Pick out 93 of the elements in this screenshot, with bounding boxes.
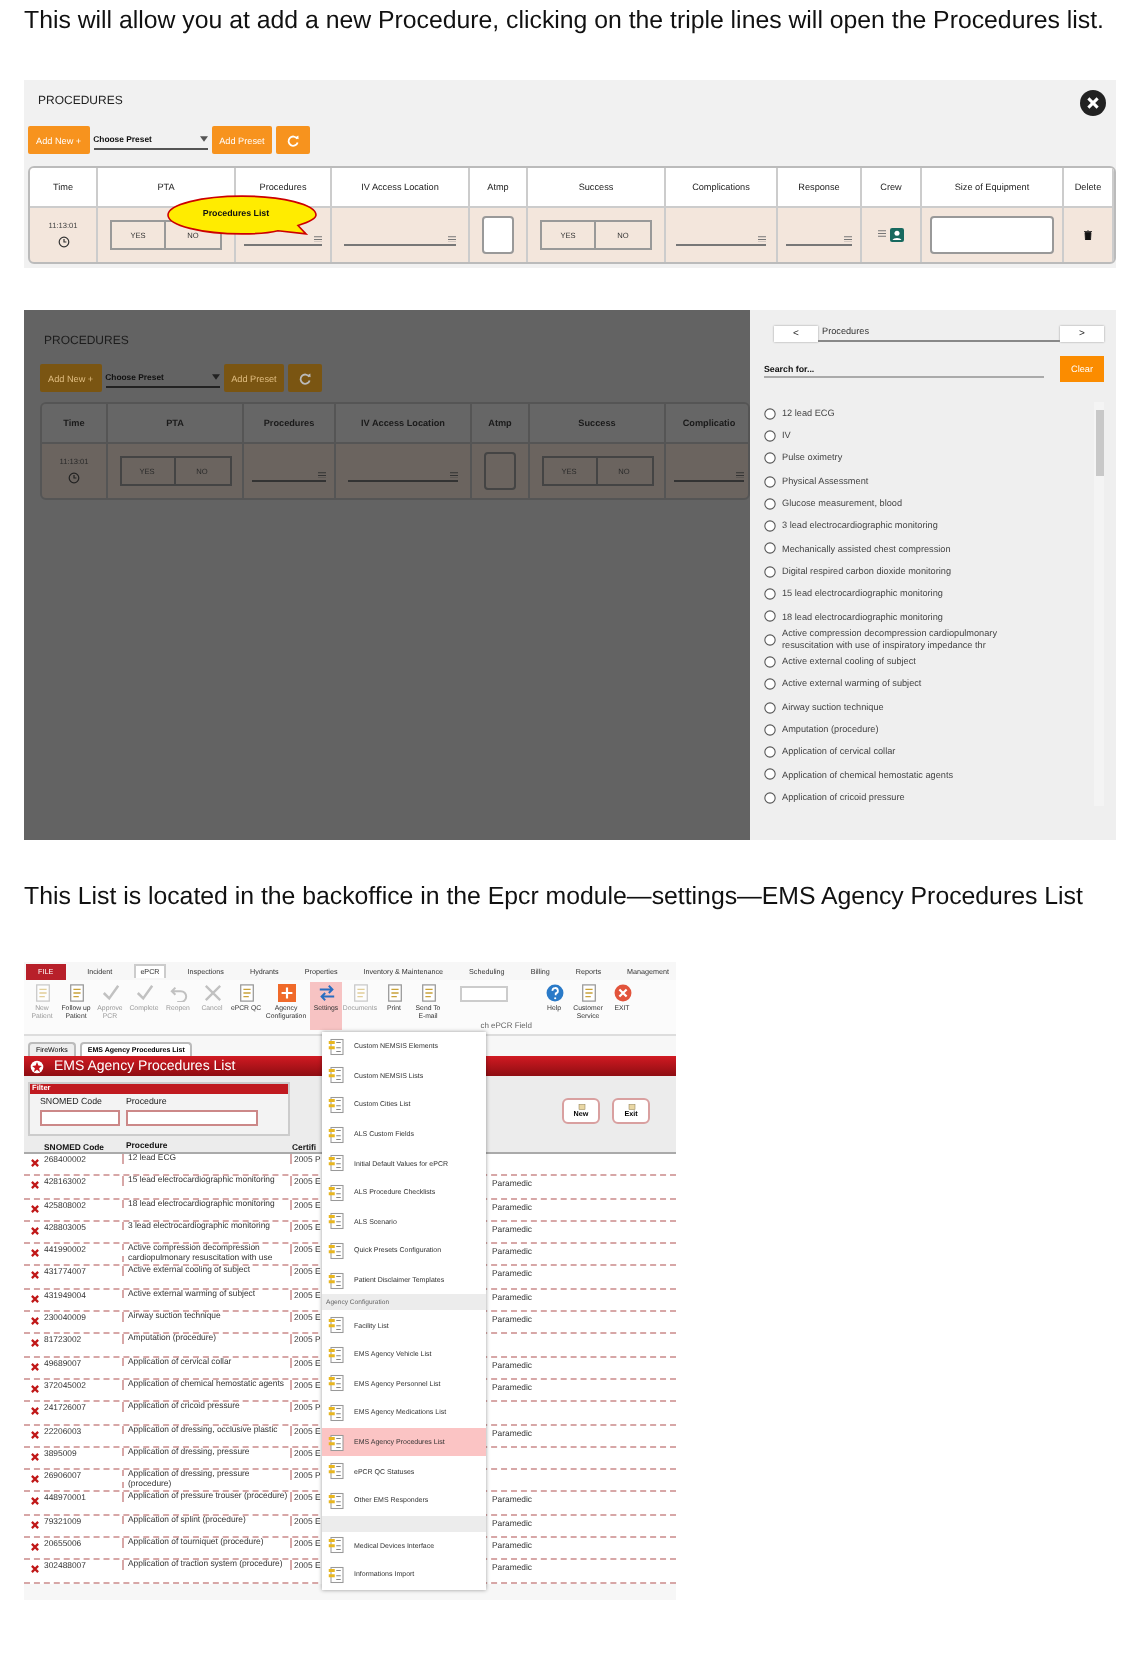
delete-icon[interactable] xyxy=(29,1180,39,1191)
delete-icon[interactable] xyxy=(29,1429,39,1440)
list-document-icon[interactable] xyxy=(328,1095,346,1114)
radio-button[interactable] xyxy=(764,565,776,578)
menu-icon[interactable] xyxy=(447,235,456,242)
delete-icon[interactable] xyxy=(29,1316,39,1327)
menu-icon[interactable] xyxy=(878,230,886,238)
delete-icon[interactable] xyxy=(29,1158,39,1168)
list-document-icon[interactable] xyxy=(328,1154,346,1173)
caret-icon[interactable] xyxy=(199,136,208,142)
radio-button[interactable] xyxy=(764,497,776,510)
list-document-icon[interactable] xyxy=(328,1037,346,1056)
search-field[interactable] xyxy=(460,986,508,1002)
radio-button[interactable] xyxy=(764,520,776,533)
refresh-button[interactable] xyxy=(276,126,311,154)
menu-icon[interactable] xyxy=(758,235,767,242)
list-document-icon[interactable] xyxy=(328,1403,346,1422)
document-icon[interactable] xyxy=(579,984,597,1002)
caret-icon[interactable] xyxy=(211,374,220,380)
instruction-text: This List is located in the backoffice in the Epcr module—settings—EMS Agency Procedures List xyxy=(24,880,1085,914)
delete-icon[interactable] xyxy=(29,1361,39,1372)
list-document-icon[interactable] xyxy=(328,1125,346,1144)
list-document-icon[interactable] xyxy=(328,1345,346,1364)
radio-button[interactable] xyxy=(764,746,776,759)
input-field[interactable] xyxy=(484,452,516,490)
list-document-icon[interactable] xyxy=(328,1316,346,1335)
radio-button[interactable] xyxy=(764,429,776,442)
document-icon[interactable] xyxy=(577,1104,585,1110)
delete-icon[interactable] xyxy=(29,1564,39,1575)
delete-icon[interactable] xyxy=(29,1270,39,1281)
delete-icon[interactable] xyxy=(29,1542,39,1553)
delete-icon[interactable] xyxy=(29,1248,39,1259)
menu-icon[interactable] xyxy=(317,471,326,478)
filter-field[interactable] xyxy=(126,1110,258,1126)
delete-icon[interactable] xyxy=(29,1496,39,1507)
delete-icon[interactable] xyxy=(29,1293,39,1304)
document-icon[interactable] xyxy=(385,984,403,1002)
radio-button[interactable] xyxy=(764,655,776,668)
document-icon[interactable] xyxy=(419,984,437,1002)
radio-button[interactable] xyxy=(764,723,776,736)
radio-button[interactable] xyxy=(764,610,776,623)
delete-icon[interactable] xyxy=(29,1338,39,1349)
list-document-icon[interactable] xyxy=(328,1565,346,1584)
list-document-icon[interactable] xyxy=(328,1374,346,1393)
refresh-button[interactable] xyxy=(288,364,323,392)
menu-icon[interactable] xyxy=(736,471,745,478)
radio-button[interactable] xyxy=(764,475,776,488)
list-document-icon[interactable] xyxy=(328,1536,346,1555)
plus-icon[interactable] xyxy=(277,984,295,1002)
document-icon[interactable] xyxy=(67,984,85,1002)
star-icon xyxy=(30,1059,44,1073)
list-document-icon[interactable] xyxy=(328,1433,346,1452)
delete-icon[interactable] xyxy=(29,1406,39,1417)
menu-icon[interactable] xyxy=(449,471,458,478)
list-document-icon[interactable] xyxy=(328,1491,346,1510)
radio-button[interactable] xyxy=(764,791,776,804)
close-icon[interactable] xyxy=(1080,89,1106,115)
radio-button[interactable] xyxy=(764,542,776,555)
delete-icon[interactable] xyxy=(29,1383,39,1394)
document-icon[interactable] xyxy=(237,984,255,1002)
exit-icon[interactable] xyxy=(613,984,631,1002)
delete-icon[interactable] xyxy=(29,1225,39,1236)
help-icon[interactable] xyxy=(545,984,563,1002)
person-icon[interactable] xyxy=(890,228,904,242)
list-document-icon[interactable] xyxy=(328,1462,346,1481)
radio-button[interactable] xyxy=(764,678,776,691)
list-document-icon[interactable] xyxy=(328,1183,346,1202)
delete-icon[interactable] xyxy=(29,1519,39,1530)
list-document-icon[interactable] xyxy=(328,1066,346,1085)
radio-button[interactable] xyxy=(764,407,776,420)
input-field[interactable] xyxy=(482,216,514,254)
list-document-icon[interactable] xyxy=(328,1241,346,1260)
delete-icon[interactable] xyxy=(29,1451,39,1462)
filter-field[interactable] xyxy=(40,1110,120,1126)
menu-icon[interactable] xyxy=(844,235,853,242)
radio-button[interactable] xyxy=(764,633,776,646)
radio-button[interactable] xyxy=(764,452,776,465)
radio-button[interactable] xyxy=(764,768,776,781)
list-document-icon[interactable] xyxy=(328,1212,346,1231)
arrows-icon[interactable] xyxy=(317,984,335,1002)
radio-button[interactable] xyxy=(764,588,776,601)
scrollbar[interactable] xyxy=(1094,402,1104,806)
document-icon[interactable] xyxy=(627,1104,635,1110)
delete-icon[interactable] xyxy=(29,1203,39,1214)
delete-icon[interactable] xyxy=(29,1474,39,1485)
instruction-text: This will allow you at add a new Procedure, clicking on the triple lines will open the Procedures list. xyxy=(24,4,1106,38)
list-document-icon[interactable] xyxy=(328,1271,346,1290)
menu-icon[interactable] xyxy=(313,235,322,242)
radio-button[interactable] xyxy=(764,701,776,713)
clock-icon[interactable] xyxy=(57,236,69,248)
refresh-icon[interactable] xyxy=(298,371,313,385)
input-field[interactable] xyxy=(930,216,1054,254)
trash-icon[interactable] xyxy=(1084,230,1092,240)
